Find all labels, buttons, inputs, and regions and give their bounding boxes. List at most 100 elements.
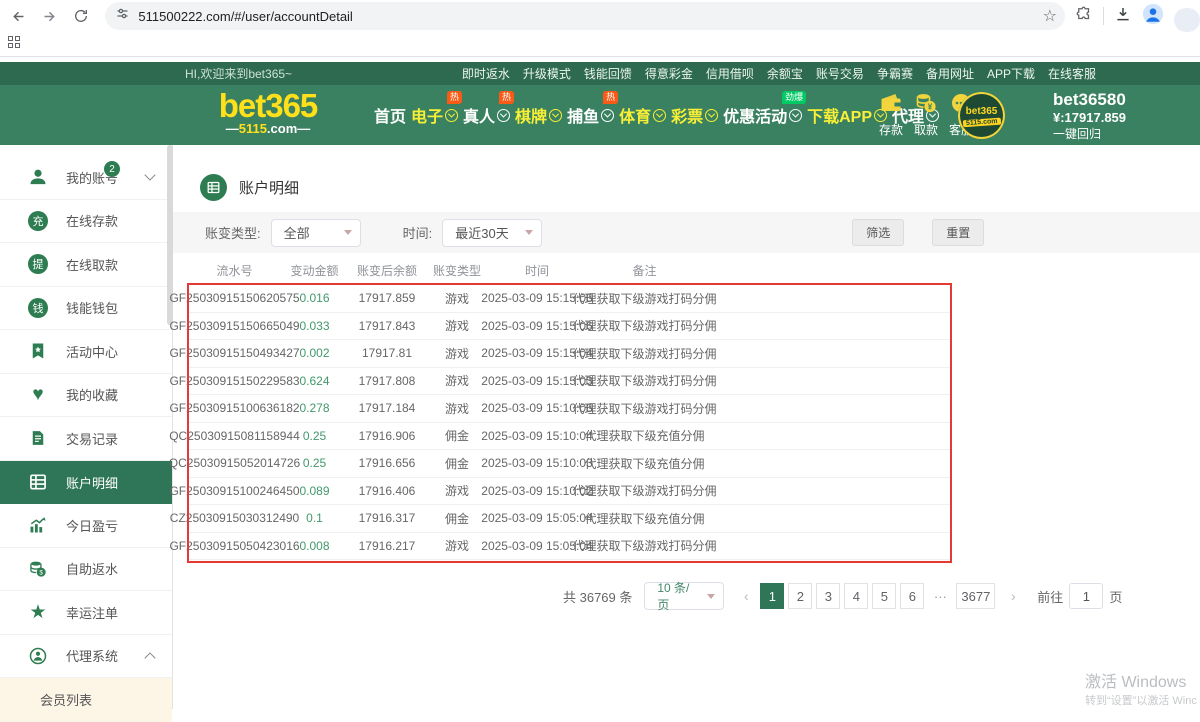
bookmarks-apps-grid-icon[interactable] xyxy=(8,36,21,49)
column-header: 时间 xyxy=(487,255,587,285)
topbar-link[interactable]: APP下载 xyxy=(987,65,1035,82)
quick-action-取款[interactable]: ¥取款 xyxy=(913,91,939,138)
one-key-back-link[interactable]: 一键回归 xyxy=(1053,126,1126,142)
filter-type-select[interactable]: 全部 xyxy=(271,219,361,247)
sidebar-item-账户明细[interactable]: 账户明细 xyxy=(0,461,172,505)
page-button-6[interactable]: 6 xyxy=(900,583,924,609)
balance-after: 17917.859 xyxy=(347,285,427,312)
sidebar-item-钱能钱包[interactable]: 钱钱能钱包 xyxy=(0,287,172,331)
sidebar-item-今日盈亏[interactable]: 今日盈亏 xyxy=(0,504,172,548)
circle-chevron-icon xyxy=(705,109,718,122)
sidebar-item-幸运注单[interactable]: ★ 幸运注单 xyxy=(0,591,172,635)
sidebar-item-代理系统[interactable]: 代理系统 xyxy=(0,635,172,679)
page-ellipsis: ··· xyxy=(928,583,952,609)
filter-time-select[interactable]: 最近30天 xyxy=(442,219,542,247)
nav-item[interactable]: 棋牌 xyxy=(515,103,562,127)
page-button-3677[interactable]: 3677 xyxy=(956,583,995,609)
sidebar-item-我的账号[interactable]: 我的账号2 xyxy=(0,156,172,200)
nav-item[interactable]: 体育 xyxy=(619,103,666,127)
circle-chevron-icon xyxy=(445,109,458,122)
deposit-circle-icon: 充 xyxy=(27,211,49,231)
goto-page-input[interactable]: 1 xyxy=(1069,583,1103,609)
balance-after: 17917.81 xyxy=(347,340,427,367)
sidebar-item-活动中心[interactable]: 活动中心 xyxy=(0,330,172,374)
sidebar-item-在线存款[interactable]: 充在线存款 xyxy=(0,200,172,244)
browser-chrome: 511500222.com/#/user/accountDetail ☆ xyxy=(0,0,1200,57)
page-button-1[interactable]: 1 xyxy=(760,583,784,609)
hot-badge: 热 xyxy=(447,91,462,104)
sidebar-item-会员列表[interactable]: 会员列表 xyxy=(0,678,172,722)
sidebar-item-我的收藏[interactable]: ♥我的收藏 xyxy=(0,374,172,418)
withdraw-circle-icon: 提 xyxy=(27,254,49,274)
sidebar-item-交易记录[interactable]: 交易记录 xyxy=(0,417,172,461)
column-header: 备注 xyxy=(587,255,702,285)
nav-item[interactable]: 彩票 xyxy=(671,103,718,127)
circle-chevron-icon xyxy=(549,109,562,122)
url-text[interactable]: 511500222.com/#/user/accountDetail xyxy=(138,9,1042,24)
bookmark-star-icon[interactable]: ☆ xyxy=(1043,6,1057,26)
site-settings-icon[interactable] xyxy=(115,6,130,26)
boom-badge: 劲爆 xyxy=(782,91,806,104)
filter-bar: 账变类型: 全部 时间: 最近30天 筛选 重置 xyxy=(173,212,1200,253)
page-buttons: 123456···3677 xyxy=(760,583,999,609)
quick-action-label: 取款 xyxy=(914,121,938,138)
page-size-select[interactable]: 10 条/页 xyxy=(644,582,724,610)
topbar-link[interactable]: 信用借呗 xyxy=(706,65,754,82)
topbar-link[interactable]: 钱能回馈 xyxy=(584,65,632,82)
nav-item[interactable]: 捕鱼热 xyxy=(567,103,614,127)
change-type: 游戏 xyxy=(427,533,487,560)
topbar-link[interactable]: 得意彩金 xyxy=(645,65,693,82)
serial-number: GF25030915100636182 xyxy=(187,395,282,422)
sidebar-item-label: 幸运注单 xyxy=(66,603,118,622)
topbar-link[interactable]: 账号交易 xyxy=(816,65,864,82)
topbar-link[interactable]: 争霸赛 xyxy=(877,65,913,82)
nav-item[interactable]: 优惠活动劲爆 xyxy=(723,103,802,127)
topbar-links: 即时返水升级模式钱能回馈得意彩金信用借呗余额宝账号交易争霸赛备用网址 APP下载在… xyxy=(462,65,1096,82)
nav-item[interactable]: 首页 xyxy=(374,103,406,127)
topbar-link[interactable]: 备用网址 xyxy=(926,65,974,82)
change-amount: 0.25 xyxy=(282,450,347,477)
downloads-icon[interactable] xyxy=(1114,5,1132,28)
quick-action-存款[interactable]: 存款 xyxy=(878,91,904,138)
serial-number: GF25030915150229583 xyxy=(187,368,282,395)
topbar-link[interactable]: 余额宝 xyxy=(767,65,803,82)
table-row: QC250309150811589440.2517916.906佣金2025-0… xyxy=(187,423,952,451)
page-button-2[interactable]: 2 xyxy=(788,583,812,609)
profile-avatar[interactable] xyxy=(1142,3,1164,30)
reset-button[interactable]: 重置 xyxy=(932,219,984,246)
sidebar-item-在线取款[interactable]: 提在线取款 xyxy=(0,243,172,287)
address-bar[interactable]: 511500222.com/#/user/accountDetail ☆ xyxy=(105,2,1065,30)
table-row: GF250309151506205750.01617917.859游戏2025-… xyxy=(187,285,952,313)
nav-item[interactable]: 下载APP xyxy=(807,103,887,127)
next-page-icon[interactable]: › xyxy=(1001,583,1025,609)
topbar-link[interactable]: 升级模式 xyxy=(523,65,571,82)
withdraw-coins-icon: ¥ xyxy=(913,91,939,120)
site-header: bet365 —5115.com— 首页电子热真人热棋牌捕鱼热体育彩票优惠活动劲… xyxy=(0,85,1200,145)
browser-menu-partial[interactable] xyxy=(1174,8,1200,32)
chevron-down-icon xyxy=(344,230,352,235)
balance-after: 17916.656 xyxy=(347,450,427,477)
sidebar-item-自助返水[interactable]: $自助返水 xyxy=(0,548,172,592)
profit-chart-icon xyxy=(27,515,49,535)
nav-item[interactable]: 电子热 xyxy=(411,103,458,127)
site-logo[interactable]: bet365 —5115.com— xyxy=(198,91,338,136)
prev-page-icon[interactable]: ‹ xyxy=(734,583,758,609)
balance-after: 17917.808 xyxy=(347,368,427,395)
filter-button[interactable]: 筛选 xyxy=(852,219,904,246)
browser-forward-icon[interactable] xyxy=(37,3,62,29)
column-header: 账变后余额 xyxy=(347,255,427,285)
nav-item[interactable]: 真人热 xyxy=(463,103,510,127)
circle-chevron-icon xyxy=(601,109,614,122)
page-button-4[interactable]: 4 xyxy=(844,583,868,609)
change-amount: 0.278 xyxy=(282,395,347,422)
topbar-link[interactable]: 即时返水 xyxy=(462,65,510,82)
lucky-star-icon: ★ xyxy=(27,603,49,622)
sidebar-item-label: 交易记录 xyxy=(66,429,118,448)
topbar-link[interactable]: 在线客服 xyxy=(1048,65,1096,82)
page-button-5[interactable]: 5 xyxy=(872,583,896,609)
records-icon xyxy=(27,428,49,448)
page-button-3[interactable]: 3 xyxy=(816,583,840,609)
browser-reload-icon[interactable] xyxy=(68,3,93,29)
browser-back-icon[interactable] xyxy=(6,3,31,29)
extensions-icon[interactable] xyxy=(1075,5,1093,28)
